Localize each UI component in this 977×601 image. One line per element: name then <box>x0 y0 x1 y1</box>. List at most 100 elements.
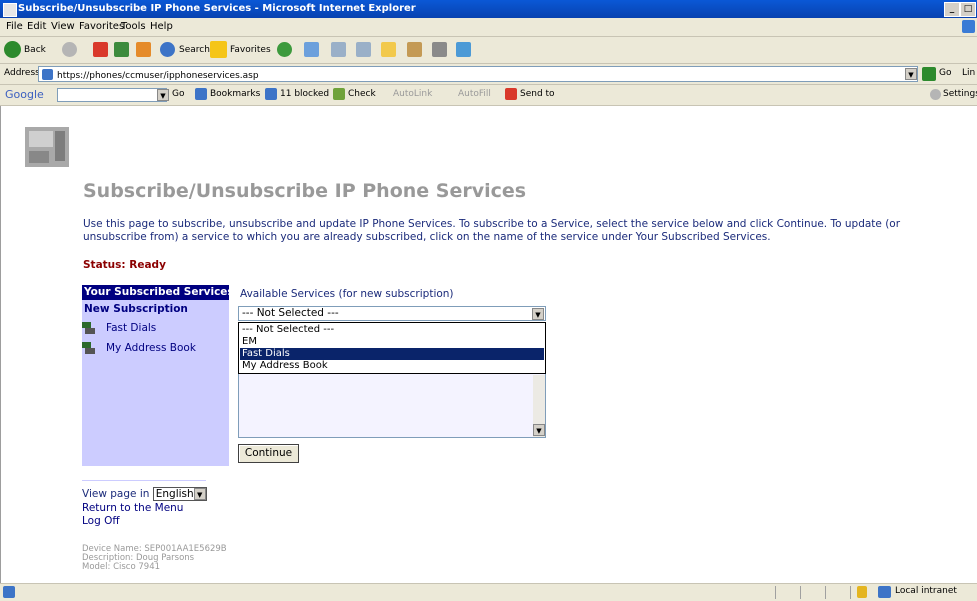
status-divider <box>825 586 826 599</box>
page-icon <box>42 69 53 80</box>
menu-bar: File Edit View Favorites Tools Help <box>0 18 977 37</box>
go-button-label[interactable]: Go <box>939 68 951 78</box>
menu-help[interactable]: Help <box>150 21 173 32</box>
menu-edit[interactable]: Edit <box>27 21 46 32</box>
select-dropdown-arrow[interactable]: ▼ <box>532 308 544 320</box>
messenger-icon[interactable] <box>432 42 447 57</box>
language-select[interactable]: English ▼ <box>152 487 207 501</box>
listbox-scrollbar[interactable]: ▼ <box>533 375 545 437</box>
address-url: https://phones/ccmuser/ipphoneservices.a… <box>57 71 259 81</box>
phone-service-icon <box>82 342 95 354</box>
bookmarks-button[interactable]: Bookmarks <box>210 89 260 99</box>
continue-button[interactable]: Continue <box>238 444 299 463</box>
address-dropdown-arrow[interactable]: ▼ <box>905 68 917 80</box>
mail-icon[interactable] <box>304 42 319 57</box>
page-title: Subscribe/Unsubscribe IP Phone Services <box>83 180 527 202</box>
bookmark-star-icon[interactable] <box>195 88 207 100</box>
language-value: English <box>155 488 194 500</box>
windows-logo-icon <box>962 20 975 33</box>
subscribed-service-item[interactable]: My Address Book <box>82 342 196 354</box>
local-intranet-icon <box>878 586 891 598</box>
service-option-highlighted[interactable]: Fast Dials <box>240 348 544 360</box>
google-logo[interactable]: Google <box>5 88 44 101</box>
services-dropdown-list: --- Not Selected --- EM Fast Dials My Ad… <box>238 322 546 374</box>
service-option[interactable]: --- Not Selected --- <box>240 324 544 336</box>
device-model: Model: Cisco 7941 <box>82 562 161 572</box>
subscribed-service-item[interactable]: Fast Dials <box>82 322 156 334</box>
address-label: Address <box>4 68 40 78</box>
search-icon[interactable] <box>160 42 175 57</box>
google-search-input[interactable] <box>57 88 167 102</box>
ip-phone-icon <box>25 127 69 167</box>
send-to-button[interactable]: Send to <box>520 89 555 99</box>
favorites-star-icon[interactable] <box>210 41 227 58</box>
service-option[interactable]: My Address Book <box>240 360 544 372</box>
folder-icon[interactable] <box>381 42 396 57</box>
intro-text: Use this page to subscribe, unsubscribe … <box>83 218 901 243</box>
scroll-down-arrow[interactable]: ▼ <box>533 424 545 436</box>
google-search-dropdown[interactable]: ▼ <box>157 89 169 101</box>
available-services-select[interactable]: --- Not Selected --- ▼ <box>238 306 546 321</box>
popup-blocked-count[interactable]: 11 blocked <box>280 89 329 99</box>
send-to-icon[interactable] <box>505 88 517 100</box>
subscribed-service-label: My Address Book <box>106 342 196 354</box>
settings-icon[interactable] <box>930 89 941 100</box>
new-subscription-link[interactable]: New Subscription <box>84 303 188 315</box>
spellcheck-icon[interactable] <box>333 88 345 100</box>
phone-service-icon <box>82 322 95 334</box>
subscribed-services-header: Your Subscribed Services <box>82 285 234 300</box>
history-icon[interactable] <box>277 42 292 57</box>
lock-icon <box>857 586 867 598</box>
standard-toolbar: Back Search Favorites <box>0 37 977 64</box>
refresh-icon[interactable] <box>114 42 129 57</box>
popup-blocker-icon[interactable] <box>265 88 277 100</box>
go-arrow-icon[interactable] <box>922 67 936 81</box>
language-dropdown-arrow[interactable]: ▼ <box>193 488 206 500</box>
view-page-in: View page in English ▼ <box>82 487 207 501</box>
home-icon[interactable] <box>136 42 151 57</box>
address-input[interactable]: https://phones/ccmuser/ipphoneservices.a… <box>38 66 918 82</box>
search-button-label[interactable]: Search <box>179 45 210 55</box>
status-text: Status: Ready <box>83 259 166 271</box>
research-icon[interactable] <box>407 42 422 57</box>
links-label[interactable]: Lin <box>962 68 975 78</box>
address-bar: Address https://phones/ccmuser/ipphonese… <box>0 64 977 85</box>
check-button[interactable]: Check <box>348 89 376 99</box>
page-status-icon <box>3 586 15 598</box>
status-divider <box>800 586 801 599</box>
available-services-label: Available Services (for new subscription… <box>240 288 454 300</box>
google-toolbar: Google ▼ Go Bookmarks 11 blocked Check A… <box>0 85 977 106</box>
browser-status-bar: Local intranet <box>0 583 977 601</box>
print-icon[interactable] <box>331 42 346 57</box>
menu-view[interactable]: View <box>51 21 75 32</box>
window-title-bar: Subscribe/Unsubscribe IP Phone Services … <box>0 0 977 18</box>
edit-icon[interactable] <box>356 42 371 57</box>
stop-icon[interactable] <box>93 42 108 57</box>
menu-file[interactable]: File <box>6 21 23 32</box>
service-option[interactable]: EM <box>240 336 544 348</box>
minimize-button[interactable]: _ <box>944 2 960 17</box>
extra-toolbar-icon[interactable] <box>456 42 471 57</box>
back-arrow-icon[interactable] <box>4 41 21 58</box>
footer-divider <box>82 480 206 481</box>
selected-service-value: --- Not Selected --- <box>242 307 339 319</box>
subscribed-service-label: Fast Dials <box>106 322 157 334</box>
window-title: Subscribe/Unsubscribe IP Phone Services … <box>18 3 416 14</box>
menu-favorites[interactable]: Favorites <box>79 21 124 32</box>
menu-tools[interactable]: Tools <box>121 21 146 32</box>
favorites-button-label[interactable]: Favorites <box>230 45 271 55</box>
forward-arrow-icon[interactable] <box>62 42 77 57</box>
log-off-link[interactable]: Log Off <box>82 515 120 527</box>
autolink-button[interactable]: AutoLink <box>393 89 432 99</box>
google-go-button[interactable]: Go <box>172 89 184 99</box>
return-to-menu-link[interactable]: Return to the Menu <box>82 502 183 514</box>
view-page-in-label: View page in <box>82 488 150 500</box>
restore-button[interactable]: □ <box>960 2 976 17</box>
status-divider <box>850 586 851 599</box>
back-button-label[interactable]: Back <box>24 45 46 55</box>
autofill-button[interactable]: AutoFill <box>458 89 491 99</box>
security-zone-label: Local intranet <box>895 586 957 596</box>
status-divider <box>775 586 776 599</box>
ie-window-icon <box>3 3 17 17</box>
settings-button[interactable]: Settings <box>943 89 977 99</box>
